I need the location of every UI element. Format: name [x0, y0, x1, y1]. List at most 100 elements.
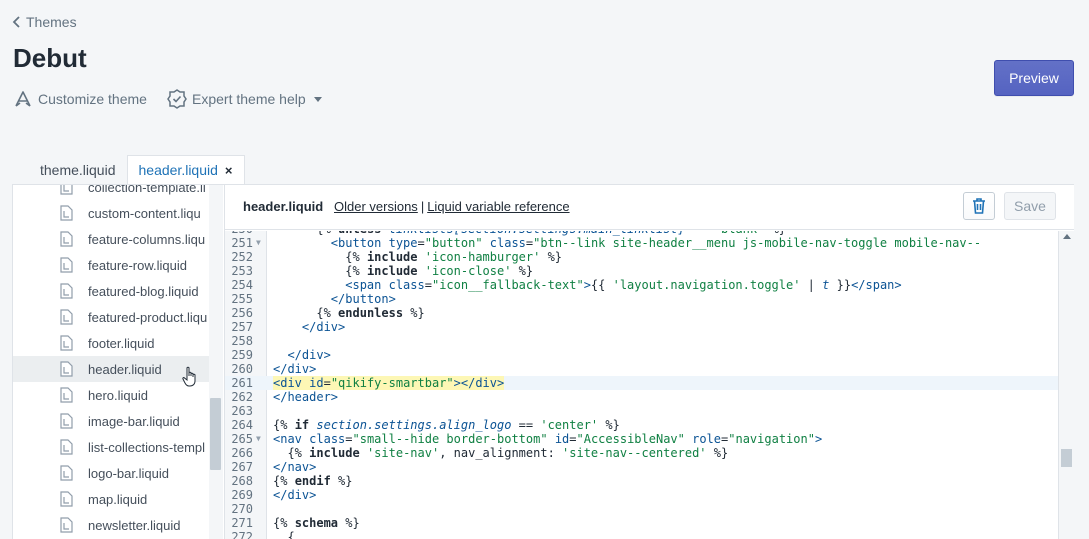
file-name: newsletter.liquid [88, 517, 181, 533]
code-line[interactable]: 252 {% include 'icon-hamburger' %} [225, 250, 1058, 264]
line-number: 268 [231, 474, 253, 488]
editor-scrollbar[interactable] [1058, 231, 1074, 539]
file-name: list-collections-templ [88, 439, 206, 455]
older-versions-link[interactable]: Older versions [334, 199, 418, 214]
code-text: </nav> [273, 460, 317, 474]
sidebar-file-item[interactable]: feature-row.liquid [13, 252, 209, 278]
code-line[interactable]: 265 ▼ <nav class="small--hide border-botto… [225, 432, 1058, 446]
file-icon [60, 387, 73, 403]
fold-arrow-icon[interactable]: ▼ [256, 236, 261, 250]
line-number: 270 [231, 502, 253, 516]
sidebar-file-item[interactable]: image-bar.liquid [13, 408, 209, 434]
code-line[interactable]: 262 </header> [225, 390, 1058, 404]
sidebar-file-item[interactable]: featured-blog.liquid [13, 278, 209, 304]
code-line[interactable]: 260 </div> [225, 362, 1058, 376]
file-icon [60, 283, 73, 299]
code-line-active[interactable]: 261 <div id="qikify-smartbar"></div> [225, 376, 1058, 390]
code-line[interactable]: 258 [225, 334, 1058, 348]
file-icon [60, 465, 73, 481]
file-icon [60, 185, 73, 195]
line-number: 259 [231, 348, 253, 362]
code-text: <div id="qikify-smartbar"></div> [273, 376, 505, 390]
fold-arrow-icon[interactable]: ▼ [256, 432, 261, 446]
sidebar-file-item[interactable]: feature-columns.liqu [13, 226, 209, 252]
preview-button[interactable]: Preview [994, 60, 1074, 96]
page-title: Debut [13, 43, 87, 73]
sidebar-file-item[interactable]: featured-product.liqu [13, 304, 209, 330]
back-link-label: Themes [26, 14, 77, 30]
hand-cursor-icon [182, 366, 196, 387]
code-line[interactable]: 269 </div> [225, 488, 1058, 502]
editor-scrollbar-thumb[interactable] [1061, 449, 1072, 467]
close-tab-icon[interactable]: × [225, 163, 233, 178]
tab-theme-liquid[interactable]: theme.liquid [29, 155, 127, 184]
line-number: 262 [231, 390, 253, 404]
code-line[interactable]: 272 { [225, 530, 1058, 539]
line-number: 265 [231, 432, 253, 446]
tab-header-liquid[interactable]: header.liquid × [126, 155, 245, 184]
code-line[interactable]: 266 {% include 'site-nav', nav_alignment… [225, 446, 1058, 460]
code-text: </button> [330, 292, 396, 306]
line-number: 269 [231, 488, 253, 502]
verified-badge-icon [167, 89, 187, 109]
code-text: {% endif %} [273, 474, 353, 488]
sidebar-file-item[interactable]: map.liquid [13, 486, 209, 512]
code-line[interactable]: 270 [225, 502, 1058, 516]
code-line[interactable]: 253 {% include 'icon-close' %} [225, 264, 1058, 278]
editor-filename: header.liquid [243, 199, 324, 214]
code-text: <span class="icon__fallback-text">{{ 'la… [345, 278, 902, 292]
code-area[interactable]: 250 {% unless linklists[section.settings… [225, 231, 1074, 539]
file-icon [60, 257, 73, 273]
sidebar-file-item[interactable]: custom-content.liqu [13, 200, 209, 226]
code-text: <button type="button" class="btn--link s… [330, 236, 982, 250]
code-text: </div> [273, 362, 317, 376]
line-number: 251 [231, 236, 253, 250]
scroll-up-arrow-icon[interactable] [1063, 234, 1071, 239]
sidebar-file-item[interactable]: hero.liquid [13, 382, 209, 408]
liquid-reference-link[interactable]: Liquid variable reference [427, 199, 569, 214]
delete-file-button[interactable] [963, 192, 995, 220]
code-line[interactable]: 271 {% schema %} [225, 516, 1058, 530]
code-line[interactable]: 264 {% if section.settings.align_logo == … [225, 418, 1058, 432]
line-number: 255 [231, 292, 253, 306]
file-name: feature-columns.liqu [88, 231, 206, 247]
line-number: 254 [231, 278, 253, 292]
customize-theme-button[interactable]: Customize theme [12, 88, 147, 110]
line-number: 257 [231, 320, 253, 334]
sidebar-scrollbar[interactable] [209, 185, 223, 539]
code-text: {% if section.settings.align_logo == 'ce… [273, 418, 620, 432]
editor-header: header.liquid Older versions | Liquid vari… [225, 185, 1074, 230]
code-text: <nav class="small--hide border-bottom" i… [273, 432, 823, 446]
link-separator: | [420, 199, 425, 214]
sidebar-scrollbar-thumb[interactable] [210, 398, 221, 470]
line-number: 263 [231, 404, 253, 418]
sidebar-file-item[interactable]: newsletter.liquid [13, 512, 209, 538]
line-number: 256 [231, 306, 253, 320]
editor-links: Older versions | Liquid variable reference [334, 199, 570, 214]
expert-theme-help-button[interactable]: Expert theme help [166, 88, 327, 110]
sidebar-file-item[interactable]: header.liquid [13, 356, 209, 382]
file-name: collection-template.li [88, 184, 206, 195]
code-line[interactable]: 268 {% endif %} [225, 474, 1058, 488]
code-line[interactable]: 255 </button> [225, 292, 1058, 306]
sidebar-file-item[interactable]: list-collections-templ [13, 434, 209, 460]
code-text: </div> [273, 488, 317, 502]
sidebar-file-item[interactable]: collection-template.li [13, 184, 209, 200]
file-icon [60, 517, 73, 533]
code-line[interactable]: 259 </div> [225, 348, 1058, 362]
line-number: 253 [231, 264, 253, 278]
theme-editor-page: Themes Debut Customize theme Expert them… [0, 0, 1089, 539]
file-icon [60, 413, 73, 429]
code-line[interactable]: 251 ▼ <button type="button" class="btn--l… [225, 236, 1058, 250]
code-line[interactable]: 257 </div> [225, 320, 1058, 334]
code-line[interactable]: 254 <span class="icon__fallback-text">{{… [225, 278, 1058, 292]
tab-label: header.liquid [138, 162, 218, 178]
sidebar-file-item[interactable]: footer.liquid [13, 330, 209, 356]
sidebar-file-item[interactable]: logo-bar.liquid [13, 460, 209, 486]
back-to-themes-link[interactable]: Themes [10, 14, 77, 30]
code-line[interactable]: 267 </nav> [225, 460, 1058, 474]
code-line[interactable]: 263 [225, 404, 1058, 418]
code-line[interactable]: 256 {% endunless %} [225, 306, 1058, 320]
code-text: { [287, 530, 295, 539]
file-name: footer.liquid [88, 335, 155, 351]
